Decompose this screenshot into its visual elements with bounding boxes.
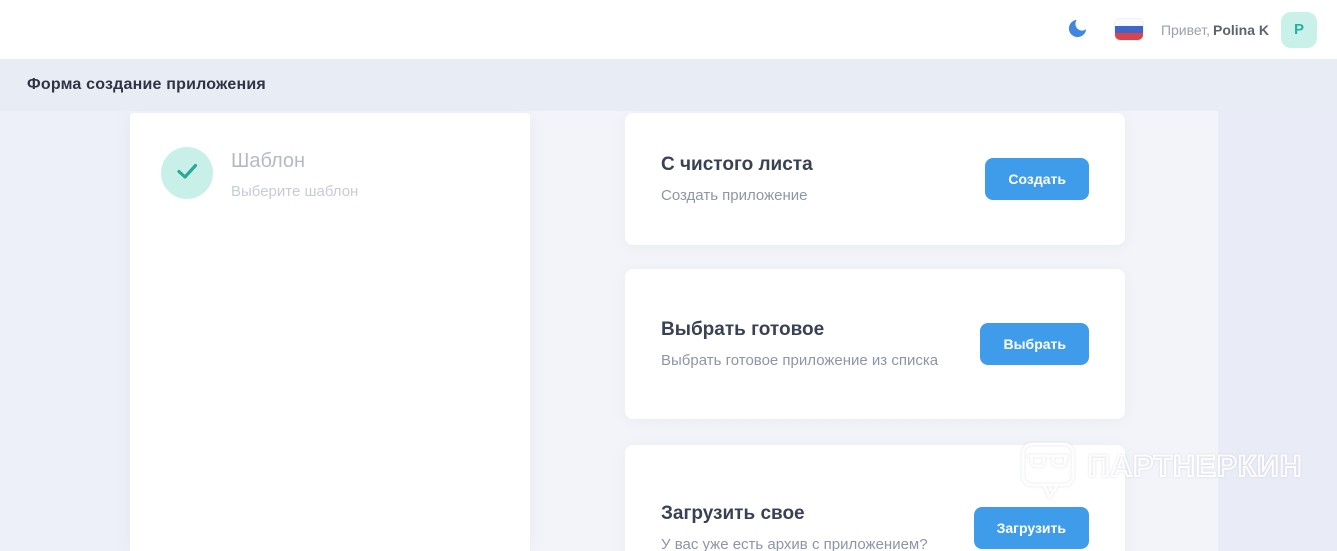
option-card-choose-ready: Выбрать готовое Выбрать готовое приложен… xyxy=(625,269,1125,419)
option-card-from-scratch: С чистого листа Создать приложение Созда… xyxy=(625,113,1125,245)
app-screen: Привет, Polina K P Форма создание приложе… xyxy=(0,0,1337,551)
user-avatar[interactable]: P xyxy=(1281,11,1317,48)
card-text: Загрузить свое У вас уже есть архив с пр… xyxy=(661,503,928,551)
user-name: Polina K xyxy=(1212,21,1269,38)
flag-stripe-blue xyxy=(1114,26,1143,33)
card-text: С чистого листа Создать приложение xyxy=(661,154,813,204)
card-title: Загрузить свое xyxy=(661,502,805,524)
card-subtitle: У вас уже есть архив с приложением? xyxy=(661,535,928,551)
choose-button[interactable]: Выбрать xyxy=(980,323,1089,365)
page-title-band: Форма создание приложения xyxy=(0,59,1337,111)
flag-stripe-red xyxy=(1114,33,1143,40)
create-button[interactable]: Создать xyxy=(985,158,1089,200)
check-icon xyxy=(176,162,199,185)
user-greeting: Привет, Polina K xyxy=(1161,22,1269,38)
card-inner: Выбрать готовое Выбрать готовое приложен… xyxy=(625,269,1125,419)
top-header: Привет, Polina K P xyxy=(0,0,1337,59)
card-inner: Загрузить свое У вас уже есть архив с пр… xyxy=(625,445,1125,551)
page-title: Форма создание приложения xyxy=(27,76,266,93)
greeting-prefix: Привет, xyxy=(1160,21,1210,38)
main-content: Шаблон Выберите шаблон С чистого листа С… xyxy=(0,111,1337,551)
card-text: Выбрать готовое Выбрать готовое приложен… xyxy=(661,319,938,369)
flag-stripe-white xyxy=(1114,19,1143,26)
card-inner: С чистого листа Создать приложение Созда… xyxy=(625,113,1125,245)
upload-button[interactable]: Загрузить xyxy=(973,506,1089,549)
avatar-initial: P xyxy=(1293,21,1304,38)
russian-flag-icon[interactable] xyxy=(1114,19,1143,40)
card-subtitle: Создать приложение xyxy=(661,187,808,204)
step-title: Шаблон xyxy=(231,150,306,172)
theme-toggle-button[interactable] xyxy=(1066,18,1090,42)
wizard-steps-panel: Шаблон Выберите шаблон xyxy=(130,113,530,551)
moon-icon xyxy=(1066,17,1089,43)
step-subtitle: Выберите шаблон xyxy=(231,183,359,200)
wizard-step-template: Шаблон Выберите шаблон xyxy=(130,113,530,200)
card-title: Выбрать готовое xyxy=(661,319,825,340)
step-status-circle xyxy=(161,147,213,199)
card-title: С чистого листа xyxy=(661,154,813,175)
option-card-upload-own: Загрузить свое У вас уже есть архив с пр… xyxy=(625,445,1125,551)
card-subtitle: Выбрать готовое приложение из списка xyxy=(661,352,939,369)
step-text: Шаблон Выберите шаблон xyxy=(231,147,358,200)
